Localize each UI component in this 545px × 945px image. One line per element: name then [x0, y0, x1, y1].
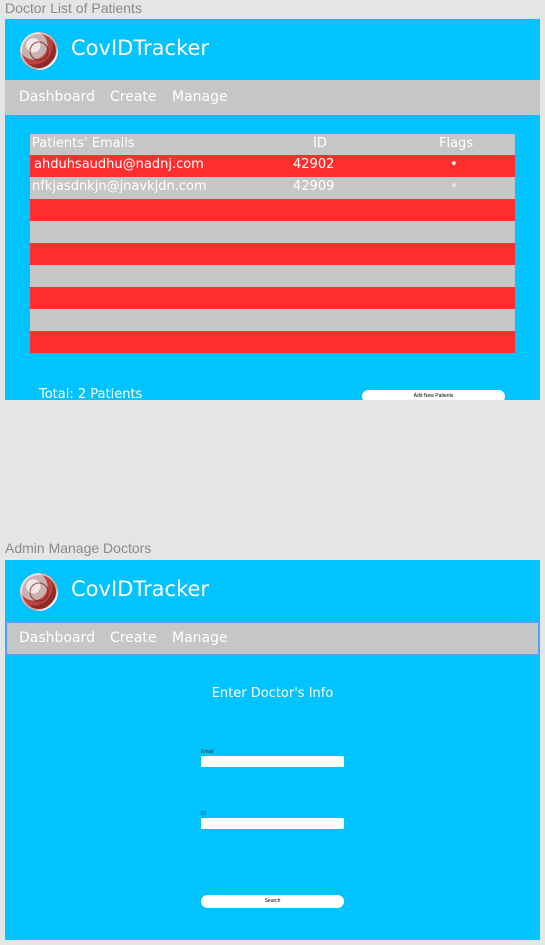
nav-dashboard[interactable]: Dashboard — [19, 89, 95, 105]
frame-label-admin: Admin Manage Doctors — [5, 540, 152, 556]
nav-create[interactable]: Create — [110, 630, 157, 646]
column-header-id: ID — [313, 136, 327, 151]
table-row[interactable] — [30, 331, 515, 353]
nav-dashboard[interactable]: Dashboard — [19, 630, 95, 646]
column-header-email: Patients' Emails — [32, 136, 135, 151]
table-row[interactable] — [30, 287, 515, 309]
table-row[interactable] — [30, 309, 515, 331]
nav-manage[interactable]: Manage — [172, 89, 228, 105]
search-button[interactable]: Search — [201, 895, 344, 908]
nav-bar: Dashboard Create Manage — [5, 80, 540, 115]
app-title: CovIDTracker — [71, 577, 210, 601]
form-title: Enter Doctor's Info — [211, 686, 334, 701]
app-header: CovIDTracker — [5, 560, 540, 621]
email-label: Email — [201, 749, 214, 755]
table-row[interactable]: ahduhsaudhu@nadnj.com 42902 • — [30, 155, 515, 177]
nav-bar: Dashboard Create Manage — [5, 621, 540, 656]
patient-flag-icon: • — [450, 157, 458, 172]
column-header-flags: Flags — [439, 136, 474, 151]
patient-email: nfkjasdnkjn@jnavkjdn.com — [32, 179, 207, 194]
patient-flag-icon: • — [450, 179, 458, 194]
total-patients-count: Total: 2 Patients — [39, 387, 143, 400]
patient-id: 42902 — [293, 157, 335, 172]
table-row[interactable] — [30, 265, 515, 287]
admin-manage-doctors-frame: CovIDTracker Dashboard Create Manage Ent… — [5, 560, 540, 940]
id-field[interactable] — [201, 818, 344, 829]
patients-table: Patients' Emails ID Flags ahduhsaudhu@na… — [30, 134, 515, 353]
nav-create[interactable]: Create — [110, 89, 157, 105]
add-new-patients-button[interactable]: Add New Patients — [362, 390, 505, 400]
table-header-row: Patients' Emails ID Flags — [30, 134, 515, 155]
app-title: CovIDTracker — [71, 36, 210, 60]
email-field[interactable] — [201, 756, 344, 767]
table-row[interactable]: nfkjasdnkjn@jnavkjdn.com 42909 • — [30, 177, 515, 199]
table-row[interactable] — [30, 221, 515, 243]
doctor-patient-list-frame: CovIDTracker Dashboard Create Manage Pat… — [5, 19, 540, 400]
id-label: ID — [201, 811, 206, 817]
patient-email: ahduhsaudhu@nadnj.com — [34, 157, 204, 172]
frame-label-patients: Doctor List of Patients — [5, 0, 142, 16]
patient-id: 42909 — [293, 179, 335, 194]
app-header: CovIDTracker — [5, 19, 540, 80]
table-row[interactable] — [30, 243, 515, 265]
virus-logo-icon — [20, 32, 58, 70]
virus-logo-icon — [20, 573, 58, 611]
table-row[interactable] — [30, 199, 515, 221]
nav-manage[interactable]: Manage — [172, 630, 228, 646]
